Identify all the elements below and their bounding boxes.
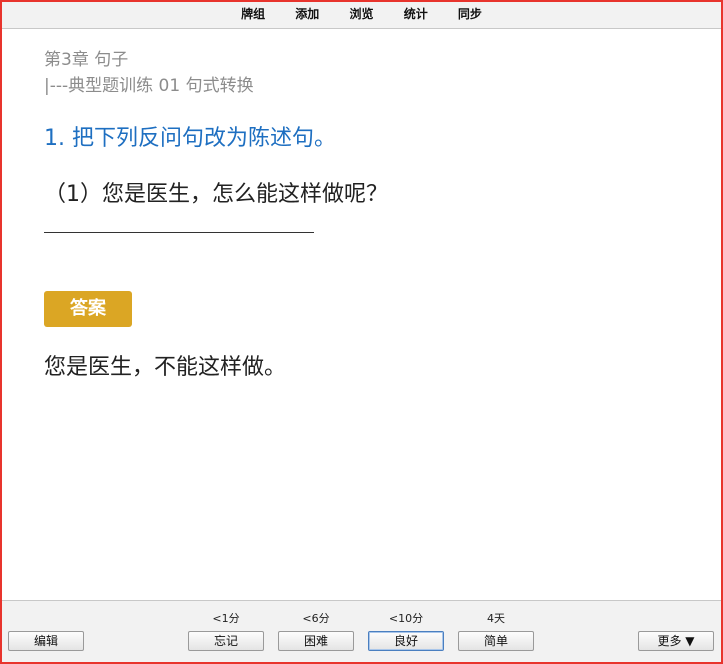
bottom-button-bar: 编辑 <1分 忘记 <6分 困难 <10分 良好 4天 简单 更多 ▼ [2,600,721,662]
interval-again: <1分 [212,612,240,625]
question-title: 1. 把下列反问句改为陈述句。 [44,126,336,151]
menu-add[interactable]: 添加 [295,2,319,26]
answer-badge: 答案 [44,291,132,327]
chapter-heading: 第3章 句子 [44,50,129,70]
top-menu-bar: 牌组 添加 浏览 统计 同步 [2,2,721,29]
answer-text: 您是医生，不能这样做。 [44,355,287,380]
interval-hard: <6分 [302,612,330,625]
question-body: （1）您是医生，怎么能这样做呢？ [44,182,388,207]
edit-button[interactable]: 编辑 [8,631,84,651]
more-button[interactable]: 更多 ▼ [638,631,714,651]
good-button[interactable]: 良好 [368,631,444,651]
hard-button[interactable]: 困难 [278,631,354,651]
menu-stats[interactable]: 统计 [404,2,428,26]
main-menu: 牌组 添加 浏览 统计 同步 [228,2,495,26]
menu-sync[interactable]: 同步 [458,2,482,26]
easy-button[interactable]: 简单 [458,631,534,651]
answer-blank-line [44,232,314,233]
menu-decks[interactable]: 牌组 [241,2,265,26]
again-button[interactable]: 忘记 [188,631,264,651]
menu-browse[interactable]: 浏览 [349,2,373,26]
card-content: 第3章 句子 |---典型题训练 01 句式转换 1. 把下列反问句改为陈述句。… [44,30,704,383]
interval-easy: 4天 [487,612,505,625]
review-window: 牌组 添加 浏览 统计 同步 第3章 句子 |---典型题训练 01 句式转换 … [0,0,723,664]
interval-good: <10分 [388,612,424,625]
section-heading: |---典型题训练 01 句式转换 [44,76,254,96]
